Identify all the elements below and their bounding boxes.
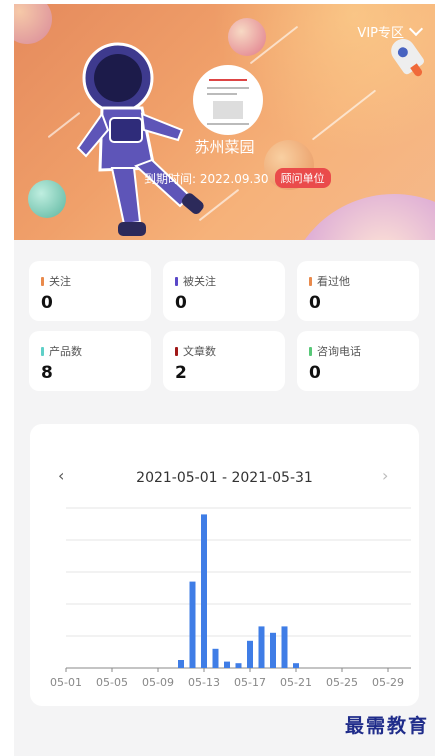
stat-value: 0 [41, 293, 53, 313]
stat-card-products[interactable]: 产品数 8 [29, 331, 151, 391]
stat-label: 咨询电话 [317, 345, 361, 358]
consultant-badge[interactable]: 顾问单位 [274, 168, 331, 188]
marker-icon [175, 346, 178, 356]
stat-value: 0 [309, 363, 321, 383]
x-tick-label: 05-09 [142, 676, 174, 689]
bar-05-16[interactable] [235, 663, 242, 668]
bar-05-13[interactable] [201, 514, 207, 668]
expire-row: 到期时间: 2022.09.30 顾问单位 [144, 168, 331, 188]
bar-05-15[interactable] [224, 661, 230, 668]
planet-icon [284, 194, 435, 240]
x-tick-label: 05-25 [326, 676, 358, 689]
marker-icon [175, 276, 178, 286]
marker-icon [41, 346, 44, 356]
x-tick-label: 05-17 [234, 676, 266, 689]
stat-label: 产品数 [49, 345, 82, 358]
bar-05-12[interactable] [189, 581, 196, 668]
marker-icon [309, 346, 312, 356]
marker-icon [309, 276, 312, 286]
bar-05-21[interactable] [293, 663, 299, 668]
planet-icon [228, 18, 266, 56]
bar-05-11[interactable] [178, 660, 184, 668]
stat-label: 文章数 [183, 345, 216, 358]
stat-label: 看过他 [317, 275, 350, 288]
x-tick-label: 05-29 [372, 676, 404, 689]
expire-date: 到期时间: 2022.09.30 [144, 171, 269, 186]
stat-value: 2 [175, 363, 187, 383]
stat-value: 0 [175, 293, 187, 313]
stat-label: 关注 [49, 275, 71, 288]
marker-icon [41, 276, 44, 286]
avatar[interactable] [193, 65, 263, 135]
x-tick-label: 05-01 [50, 676, 82, 689]
chevron-down-icon [408, 21, 424, 37]
profile-banner: VIP专区 苏州菜园 到期时间: 2022.09.30 顾问单位 [14, 4, 435, 240]
x-tick-label: 05-05 [96, 676, 128, 689]
x-tick-label: 05-13 [188, 676, 220, 689]
stat-value: 0 [309, 293, 321, 313]
planet-icon [28, 180, 66, 218]
x-tick-label: 05-21 [280, 676, 312, 689]
bar-05-20[interactable] [281, 626, 288, 668]
stat-card-viewed[interactable]: 看过他 0 [297, 261, 419, 321]
stat-card-followed[interactable]: 被关注 0 [163, 261, 285, 321]
watermark: 最需教育 [344, 715, 429, 737]
visits-chart-card: ‹ 2021-05-01 - 2021-05-31 › 05-01 05-05 05… [30, 424, 419, 706]
page: VIP专区 苏州菜园 到期时间: 2022.09.30 顾问单位 关注 0 被关… [14, 4, 435, 756]
vip-zone-label: VIP专区 [357, 26, 404, 41]
stat-label: 被关注 [183, 275, 216, 288]
planet-icon [14, 4, 52, 44]
bar-05-14[interactable] [212, 648, 219, 668]
stat-value: 8 [41, 363, 53, 383]
bar-05-19[interactable] [270, 632, 276, 668]
bar-chart: 05-01 05-05 05-09 05-13 05-17 05-21 05-25 05-29 [50, 507, 411, 689]
stat-card-articles[interactable]: 文章数 2 [163, 331, 285, 391]
stat-card-follow[interactable]: 关注 0 [29, 261, 151, 321]
vip-zone-link[interactable]: VIP专区 [357, 21, 424, 41]
stat-card-phone[interactable]: 咨询电话 0 [297, 331, 419, 391]
bar-05-18[interactable] [258, 626, 265, 668]
bar-05-17[interactable] [247, 640, 253, 668]
company-name: 苏州菜园 [194, 138, 255, 156]
